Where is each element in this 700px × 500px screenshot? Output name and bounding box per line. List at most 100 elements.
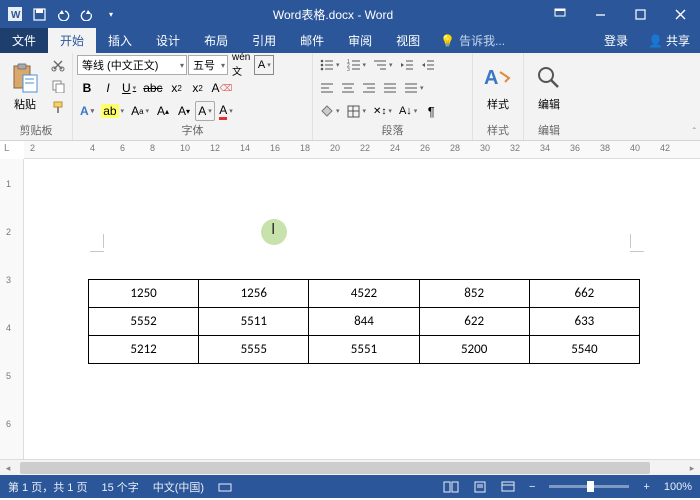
align-right-icon[interactable] — [359, 78, 379, 98]
close-icon[interactable] — [660, 0, 700, 28]
minimize-icon[interactable] — [580, 0, 620, 28]
superscript-icon[interactable]: x2 — [188, 78, 208, 98]
indent-inc-icon[interactable] — [418, 55, 438, 75]
align-center-icon[interactable] — [338, 78, 358, 98]
zoom-out-icon[interactable]: − — [529, 481, 535, 493]
table-cell[interactable]: 4522 — [309, 280, 419, 308]
clear-format-icon[interactable]: A⌫ — [209, 78, 236, 98]
strike-icon[interactable]: abc — [140, 78, 165, 98]
table-cell[interactable]: 5551 — [309, 336, 419, 364]
qat-customize-icon[interactable]: ▾ — [100, 3, 122, 25]
tab-review[interactable]: 审阅 — [336, 28, 384, 53]
tab-view[interactable]: 视图 — [384, 28, 432, 53]
table-cell[interactable]: 5200 — [419, 336, 529, 364]
distribute-icon[interactable] — [401, 78, 427, 98]
horizontal-ruler[interactable]: 24681012141618202224262830323436384042 — [24, 141, 700, 159]
table-cell[interactable]: 1250 — [89, 280, 199, 308]
italic-icon[interactable]: I — [98, 78, 118, 98]
redo-icon[interactable] — [76, 3, 98, 25]
grow-font-icon[interactable]: A▴ — [153, 101, 173, 121]
styles-button[interactable]: A 样式 — [477, 55, 519, 119]
table-cell[interactable]: 622 — [419, 308, 529, 336]
share-button[interactable]: 👤共享 — [638, 28, 700, 53]
table-row[interactable]: 125012564522852662 — [89, 280, 640, 308]
tellme-search[interactable]: 💡告诉我... — [432, 28, 513, 53]
data-table[interactable]: 1250125645228526625552551184462263352125… — [88, 279, 640, 364]
maximize-icon[interactable] — [620, 0, 660, 28]
font-color-icon[interactable]: A — [216, 101, 236, 121]
table-cell[interactable]: 5552 — [89, 308, 199, 336]
ribbon-opts-icon[interactable] — [540, 0, 580, 28]
table-cell[interactable]: 852 — [419, 280, 529, 308]
scroll-thumb[interactable] — [20, 462, 650, 474]
tab-stop-indicator[interactable]: L — [4, 143, 18, 154]
table-row[interactable]: 52125555555152005540 — [89, 336, 640, 364]
numbering-icon[interactable]: 123 — [344, 55, 370, 75]
char-border-icon[interactable]: A — [254, 55, 274, 75]
table-cell[interactable]: 5540 — [529, 336, 639, 364]
tab-mailings[interactable]: 邮件 — [288, 28, 336, 53]
table-cell[interactable]: 633 — [529, 308, 639, 336]
borders-icon[interactable] — [344, 101, 370, 121]
collapse-ribbon-icon[interactable]: ˆ — [693, 127, 696, 138]
scroll-right-icon[interactable]: ▸ — [684, 460, 700, 476]
enclose-char-icon[interactable]: A — [195, 101, 215, 121]
undo-icon[interactable] — [52, 3, 74, 25]
zoom-slider[interactable] — [549, 485, 629, 488]
font-size-input[interactable]: 五号 — [188, 55, 228, 75]
status-page[interactable]: 第 1 页，共 1 页 — [8, 479, 87, 495]
status-words[interactable]: 15 个字 — [101, 479, 138, 495]
save-icon[interactable] — [28, 3, 50, 25]
table-cell[interactable]: 662 — [529, 280, 639, 308]
table-cell[interactable]: 5555 — [199, 336, 309, 364]
char-shading-icon[interactable]: Aa — [128, 101, 152, 121]
align-left-icon[interactable] — [317, 78, 337, 98]
show-marks-icon[interactable]: ¶ — [421, 101, 441, 121]
table-row[interactable]: 55525511844622633 — [89, 308, 640, 336]
page-viewport[interactable]: I 12501256452285266255525511844622633521… — [24, 159, 700, 459]
signin-button[interactable]: 登录 — [594, 28, 638, 53]
bullets-icon[interactable] — [317, 55, 343, 75]
subscript-icon[interactable]: x2 — [167, 78, 187, 98]
phonetic-guide-icon[interactable]: wén文 — [229, 55, 253, 75]
table-cell[interactable]: 844 — [309, 308, 419, 336]
multilevel-icon[interactable] — [370, 55, 396, 75]
asian-layout-icon[interactable]: ✕↕ — [370, 101, 395, 121]
underline-icon[interactable]: U — [119, 78, 139, 98]
justify-icon[interactable] — [380, 78, 400, 98]
page[interactable]: I 12501256452285266255525511844622633521… — [24, 159, 700, 459]
horizontal-scrollbar[interactable]: ◂ ▸ — [0, 459, 700, 475]
shading-icon[interactable] — [317, 101, 343, 121]
tab-layout[interactable]: 布局 — [192, 28, 240, 53]
tab-home[interactable]: 开始 — [48, 28, 96, 53]
table-cell[interactable]: 1256 — [199, 280, 309, 308]
tab-file[interactable]: 文件 — [0, 28, 48, 53]
format-painter-icon[interactable] — [48, 97, 68, 117]
cut-icon[interactable] — [48, 55, 68, 75]
table-cell[interactable]: 5212 — [89, 336, 199, 364]
indent-dec-icon[interactable] — [397, 55, 417, 75]
view-read-icon[interactable] — [443, 481, 459, 493]
zoom-level[interactable]: 100% — [664, 481, 692, 493]
shrink-font-icon[interactable]: A▾ — [174, 101, 194, 121]
tab-insert[interactable]: 插入 — [96, 28, 144, 53]
tab-design[interactable]: 设计 — [144, 28, 192, 53]
status-insert-icon[interactable] — [218, 481, 232, 493]
font-name-input[interactable]: 等线 (中文正文) — [77, 55, 187, 75]
editing-button[interactable]: 编辑 — [528, 55, 570, 119]
zoom-in-icon[interactable]: + — [643, 481, 649, 493]
status-lang[interactable]: 中文(中国) — [153, 479, 204, 495]
view-print-icon[interactable] — [473, 481, 487, 493]
text-effects-icon[interactable]: A — [77, 101, 97, 121]
view-web-icon[interactable] — [501, 481, 515, 493]
bold-icon[interactable]: B — [77, 78, 97, 98]
zoom-thumb[interactable] — [587, 481, 594, 492]
word-icon[interactable]: W — [4, 3, 26, 25]
sort-icon[interactable]: A↓ — [396, 101, 420, 121]
copy-icon[interactable] — [48, 76, 68, 96]
vertical-ruler[interactable]: 123456 — [0, 159, 24, 459]
scroll-left-icon[interactable]: ◂ — [0, 460, 16, 476]
table-cell[interactable]: 5511 — [199, 308, 309, 336]
paste-button[interactable]: 粘贴 — [4, 55, 46, 119]
tab-references[interactable]: 引用 — [240, 28, 288, 53]
